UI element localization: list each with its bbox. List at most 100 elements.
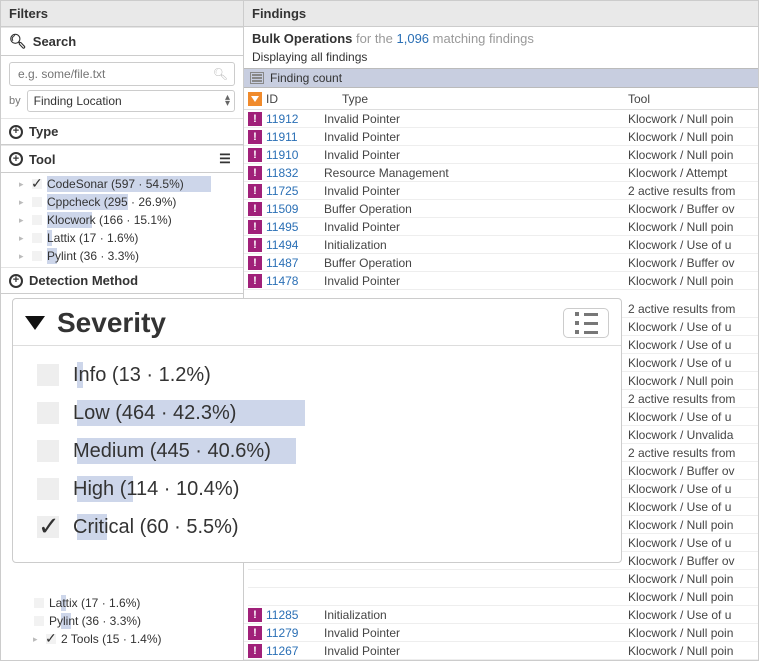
facet-label: CodeSonar (597 · 54.5%) [47, 177, 184, 191]
facet-checkbox[interactable] [31, 250, 43, 262]
severity-item[interactable]: High (114 · 10.4%) [37, 470, 605, 508]
finding-tool: Klocwork / Attempt [628, 166, 758, 180]
severity-checkbox[interactable] [37, 402, 59, 424]
facet-label: Pylint (36 · 3.3%) [49, 614, 141, 628]
finding-tool: Klocwork / Use of u [628, 410, 758, 424]
severity-icon: ! [248, 148, 262, 162]
list-view-button[interactable] [563, 308, 609, 338]
th-tool[interactable]: Tool [628, 92, 758, 106]
expand-icon: + [9, 274, 23, 288]
group-bar[interactable]: Finding count [244, 68, 758, 88]
severity-icon: ! [248, 166, 262, 180]
severity-label: Info (13 · 1.2%) [73, 364, 211, 387]
table-row[interactable]: !11509Buffer OperationKlocwork / Buffer … [244, 200, 758, 218]
finding-id[interactable]: 11911 [262, 130, 324, 144]
search-input[interactable] [18, 67, 210, 81]
finding-id[interactable]: 11910 [262, 148, 324, 162]
facet-checkbox[interactable] [31, 178, 43, 190]
table-row[interactable]: !11912Invalid PointerKlocwork / Null poi… [244, 110, 758, 128]
severity-checkbox[interactable] [37, 478, 59, 500]
table-row[interactable]: !11487Buffer OperationKlocwork / Buffer … [244, 254, 758, 272]
severity-item[interactable]: Low (464 · 42.3%) [37, 394, 605, 432]
severity-checkbox[interactable] [37, 364, 59, 386]
expand-toggle[interactable]: ▸ [33, 634, 41, 645]
group-icon [250, 72, 264, 84]
facet-item[interactable]: ▸Lattix (17 · 1.6%) [9, 229, 243, 247]
th-id[interactable]: ID [262, 92, 342, 106]
facet-checkbox[interactable] [31, 232, 43, 244]
lower-facet-strip: Lattix (17 · 1.6%) Pylint (36 · 3.3%) ▸2 T… [1, 594, 243, 652]
facet-checkbox[interactable] [45, 633, 57, 645]
facet-item[interactable]: ▸Pylint (36 · 3.3%) [9, 247, 243, 265]
finding-id[interactable]: 11912 [262, 112, 324, 126]
table-row[interactable]: !11911Invalid PointerKlocwork / Null poi… [244, 128, 758, 146]
finding-id[interactable]: 11478 [262, 274, 324, 288]
search-input-wrap[interactable]: 🔍︎ [9, 62, 235, 86]
severity-checkbox[interactable] [37, 440, 59, 462]
by-label: by [9, 95, 21, 107]
by-select[interactable]: Finding Location ▴▾ [27, 90, 235, 112]
table-header: ID Type Tool [244, 88, 758, 110]
facet-item[interactable]: ▸Cppcheck (295 · 26.9%) [9, 193, 243, 211]
finding-id[interactable]: 11832 [262, 166, 324, 180]
table-row[interactable]: !11495Invalid PointerKlocwork / Null poi… [244, 218, 758, 236]
expand-toggle[interactable]: ▸ [19, 251, 27, 262]
finding-tool: Klocwork / Use of u [628, 608, 758, 622]
finding-id[interactable]: 11285 [262, 608, 324, 622]
facet-item[interactable]: ▸Klocwork (166 · 15.1%) [9, 211, 243, 229]
sort-indicator-icon[interactable] [248, 92, 262, 106]
table-row[interactable]: !11910Invalid PointerKlocwork / Null poi… [244, 146, 758, 164]
facet-item[interactable]: Lattix (17 · 1.6%) [9, 594, 243, 612]
severity-item[interactable]: Critical (60 · 5.5%) [37, 508, 605, 546]
severity-item[interactable]: Info (13 · 1.2%) [37, 356, 605, 394]
facet-summary[interactable]: ▸2 Tools (15 · 1.4%) [9, 630, 243, 648]
table-row[interactable]: !11478Invalid PointerKlocwork / Null poi… [244, 272, 758, 290]
finding-id[interactable]: 11279 [262, 626, 324, 640]
tool-header[interactable]: + Tool ☰ [1, 145, 243, 173]
severity-icon: ! [248, 644, 262, 658]
type-header[interactable]: + Type [1, 118, 243, 145]
finding-type: Initialization [324, 238, 628, 252]
table-row[interactable]: Klocwork / Null poin [248, 570, 758, 588]
tool-facet-list: ▸ CodeSonar (597 · 54.5%) ▸Cppcheck (295 ·… [1, 173, 243, 267]
table-row[interactable]: !11267Invalid PointerKlocwork / Null poi… [244, 642, 758, 660]
filters-title-text: Filters [9, 6, 48, 21]
facet-checkbox[interactable] [33, 597, 45, 609]
list-view-button[interactable]: ☰ [215, 151, 235, 167]
finding-type: Buffer Operation [324, 202, 628, 216]
severity-label: Medium (445 · 40.6%) [73, 440, 271, 463]
facet-checkbox[interactable] [31, 196, 43, 208]
th-type[interactable]: Type [342, 92, 628, 106]
finding-id[interactable]: 11267 [262, 644, 324, 658]
facet-item[interactable]: Pylint (36 · 3.3%) [9, 612, 243, 630]
facet-item[interactable]: ▸ CodeSonar (597 · 54.5%) [9, 175, 243, 193]
severity-item[interactable]: Medium (445 · 40.6%) [37, 432, 605, 470]
finding-id[interactable]: 11487 [262, 256, 324, 270]
expand-toggle[interactable]: ▸ [19, 179, 27, 190]
severity-checkbox[interactable] [37, 516, 59, 538]
finding-tool: Klocwork / Null poin [628, 518, 758, 532]
facet-checkbox[interactable] [33, 615, 45, 627]
collapse-icon[interactable] [25, 316, 45, 330]
finding-type: Invalid Pointer [324, 626, 628, 640]
expand-toggle[interactable]: ▸ [19, 233, 27, 244]
expand-toggle[interactable]: ▸ [19, 197, 27, 208]
finding-id[interactable]: 11494 [262, 238, 324, 252]
finding-tool: Klocwork / Null poin [628, 220, 758, 234]
detection-method-header[interactable]: + Detection Method [1, 267, 243, 294]
finding-id[interactable]: 11495 [262, 220, 324, 234]
finding-id[interactable]: 11509 [262, 202, 324, 216]
finding-id[interactable]: 11725 [262, 184, 324, 198]
facet-checkbox[interactable] [31, 214, 43, 226]
expand-toggle[interactable]: ▸ [19, 215, 27, 226]
table-row[interactable]: !11285InitializationKlocwork / Use of u [244, 606, 758, 624]
table-row[interactable]: Klocwork / Null poin [248, 588, 758, 606]
table-row[interactable]: !11725Invalid Pointer2 active results fr… [244, 182, 758, 200]
table-row[interactable]: !11279Invalid PointerKlocwork / Null poi… [244, 624, 758, 642]
severity-icon: ! [248, 220, 262, 234]
severity-label: Critical (60 · 5.5%) [73, 516, 239, 539]
table-row[interactable]: !11832Resource ManagementKlocwork / Atte… [244, 164, 758, 182]
bulk-count[interactable]: 1,096 [397, 31, 430, 46]
finding-type: Invalid Pointer [324, 130, 628, 144]
table-row[interactable]: !11494InitializationKlocwork / Use of u [244, 236, 758, 254]
